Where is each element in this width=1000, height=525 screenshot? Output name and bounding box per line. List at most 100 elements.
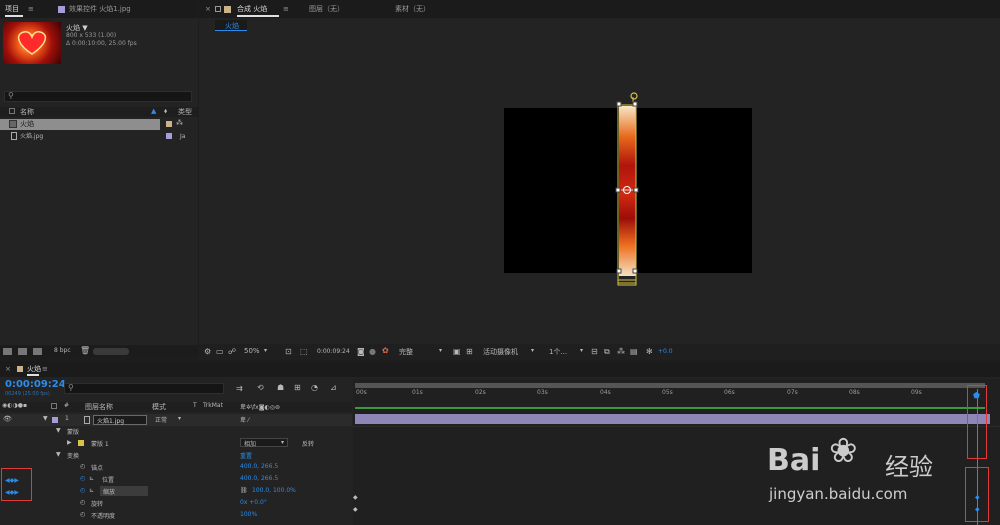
mask-path[interactable] <box>608 92 648 292</box>
property-value[interactable]: 100% <box>240 511 257 518</box>
handle-bottom-right[interactable] <box>632 268 638 274</box>
mask-invert[interactable]: 反转 <box>302 439 314 448</box>
channel-icon[interactable]: ✿ <box>382 346 389 355</box>
eye-icon[interactable]: 👁 <box>3 415 12 423</box>
work-area-bar[interactable] <box>355 383 985 388</box>
masks-group[interactable]: 蒙版 <box>67 427 79 436</box>
snapshot-icon[interactable]: ▤ <box>630 347 638 356</box>
interpret-icon[interactable] <box>3 348 12 355</box>
handle-mid-left[interactable] <box>615 187 621 193</box>
rotation-handle[interactable] <box>630 92 638 100</box>
property-value[interactable]: 0x +0.0° <box>240 499 267 506</box>
col-t[interactable]: T <box>193 402 197 409</box>
flowchart-icon[interactable]: ⁂ <box>617 347 625 356</box>
layer-duration-bar[interactable] <box>355 414 990 424</box>
mask1-label[interactable]: 蒙版 1 <box>91 439 109 448</box>
chevron-down-icon[interactable]: ▾ <box>580 347 583 354</box>
zoom-select[interactable]: 50% <box>244 347 260 355</box>
keyframe-position-start[interactable]: ◆ <box>353 494 358 501</box>
menu-icon[interactable]: ≡ <box>42 360 48 378</box>
constrain-proportions-icon[interactable]: ⛓ <box>240 487 248 494</box>
new-comp-icon[interactable] <box>33 348 42 355</box>
handle-top[interactable] <box>616 101 622 107</box>
list-item-footage[interactable]: 火焰.jpg Ja <box>0 131 198 142</box>
chevron-down-icon[interactable]: ▾ <box>439 347 442 354</box>
camera-icon[interactable]: ◙ <box>357 347 365 356</box>
fast-preview-icon[interactable]: ✻ <box>646 347 653 356</box>
tab-effect-controls[interactable]: 效果控件 火焰1.jpg <box>69 0 131 18</box>
layer-switches[interactable]: 卑 ⁄ <box>240 415 249 424</box>
viewer-timecode[interactable]: 0:00:09:24 <box>317 348 350 355</box>
layout-icon[interactable]: ⊟ <box>591 347 598 356</box>
stopwatch-icon[interactable]: ◴ <box>80 499 85 506</box>
handle-top-right[interactable] <box>632 101 638 107</box>
draft-3d-icon[interactable]: ⟲ <box>257 383 264 392</box>
list-item-comp[interactable]: 火焰 <box>0 119 160 130</box>
property-value[interactable]: 400.0, 266.5 <box>240 475 278 482</box>
layer-name-field[interactable]: 火焰1.jpg <box>93 415 147 425</box>
views-select[interactable]: 1个... <box>549 347 567 357</box>
grid-icon[interactable]: ⊡ <box>285 347 292 356</box>
comp-breadcrumb[interactable]: 火焰 <box>215 20 247 31</box>
chevron-down-icon[interactable]: ▾ <box>531 347 534 354</box>
graph-editor-icon[interactable]: ⊿ <box>330 383 337 392</box>
trash-icon[interactable]: 🗑 <box>80 346 90 355</box>
stopwatch-active-icon[interactable]: ◴ <box>80 475 85 482</box>
graph-icon[interactable]: ⊾ <box>89 475 94 482</box>
motion-blur-icon[interactable]: ◔ <box>311 383 318 392</box>
flowchart-icon[interactable]: ⁂ <box>176 119 183 127</box>
col-mode[interactable]: 模式 <box>152 402 166 412</box>
region-icon[interactable]: ⬚ <box>300 347 308 356</box>
handle-mid-right[interactable] <box>633 187 639 193</box>
col-name[interactable]: 名称 <box>20 107 34 117</box>
stopwatch-icon[interactable]: ◴ <box>80 463 85 470</box>
tab-layer[interactable]: 图层（无） <box>309 0 344 18</box>
property-value[interactable]: 400.0, 266.5 <box>240 463 278 470</box>
grid-toggle-icon[interactable]: ⊞ <box>466 347 473 356</box>
stopwatch-active-icon[interactable]: ◴ <box>80 487 85 494</box>
menu-icon[interactable]: ≡ <box>283 0 289 18</box>
exposure-value[interactable]: +0.0 <box>658 348 673 355</box>
tab-footage[interactable]: 素材（无） <box>395 0 430 18</box>
hide-shy-icon[interactable]: ☗ <box>277 383 284 392</box>
share-icon[interactable]: ⧉ <box>604 347 610 357</box>
quality-select[interactable]: 完整 <box>399 347 413 357</box>
transform-group[interactable]: 变换 <box>67 451 79 460</box>
twirl-down-icon[interactable]: ▼ <box>56 451 61 458</box>
new-folder-icon[interactable] <box>18 348 27 355</box>
time-ruler[interactable]: 00s 01s 02s 03s 04s 05s 06s 07s 08s 09s <box>353 389 993 403</box>
chevron-down-icon[interactable]: ▾ <box>264 347 267 354</box>
frame-blending-icon[interactable]: ⊞ <box>294 383 301 392</box>
close-icon[interactable]: × <box>5 360 11 378</box>
bpc-label[interactable]: 8 bpc <box>54 347 71 354</box>
timeline-search-input[interactable]: ⚲ <box>64 383 224 394</box>
col-trkmat[interactable]: TrkMat <box>203 402 223 409</box>
layer-row[interactable]: 👁 ▼ 1 火焰1.jpg 正常 ▾ 卑 ⁄ <box>0 414 352 426</box>
chevron-down-icon[interactable]: ▾ <box>178 415 181 422</box>
col-type[interactable]: 类型 <box>178 107 192 117</box>
transparency-icon[interactable]: ▣ <box>453 347 461 356</box>
menu-icon[interactable]: ≡ <box>28 0 34 18</box>
close-icon[interactable]: × <box>205 0 211 18</box>
twirl-right-icon[interactable]: ▶ <box>67 439 72 446</box>
mask-color-swatch[interactable] <box>78 440 84 446</box>
twirl-down-icon[interactable]: ▼ <box>56 427 61 434</box>
always-preview-icon[interactable]: ⚙ <box>204 347 211 356</box>
lock-icon[interactable] <box>215 6 221 12</box>
mask-view-icon[interactable]: ☍ <box>228 347 236 356</box>
keyframe-scale-start[interactable]: ◆ <box>353 506 358 513</box>
project-search-input[interactable]: ⚲ <box>4 91 192 102</box>
sort-up-icon[interactable]: ▲ <box>151 107 156 115</box>
stopwatch-icon[interactable]: ◴ <box>80 511 85 518</box>
current-timecode[interactable]: 0:00:09:24 <box>5 379 66 390</box>
project-scrollbar[interactable] <box>93 348 129 355</box>
property-value[interactable]: 100.0, 100.0% <box>252 487 296 494</box>
handle-bottom-left[interactable] <box>616 268 622 274</box>
composition-mini-flowchart-icon[interactable]: ⇉ <box>236 384 243 393</box>
col-source-name[interactable]: 图层名称 <box>85 402 113 412</box>
mask-mode-select[interactable]: 相加 ▾ <box>240 438 288 448</box>
camera-select[interactable]: 活动摄像机 <box>483 347 518 357</box>
reset-link[interactable]: 重置 <box>240 451 252 460</box>
color-icon[interactable]: ● <box>369 347 376 356</box>
monitor-icon[interactable]: ▭ <box>216 347 224 356</box>
